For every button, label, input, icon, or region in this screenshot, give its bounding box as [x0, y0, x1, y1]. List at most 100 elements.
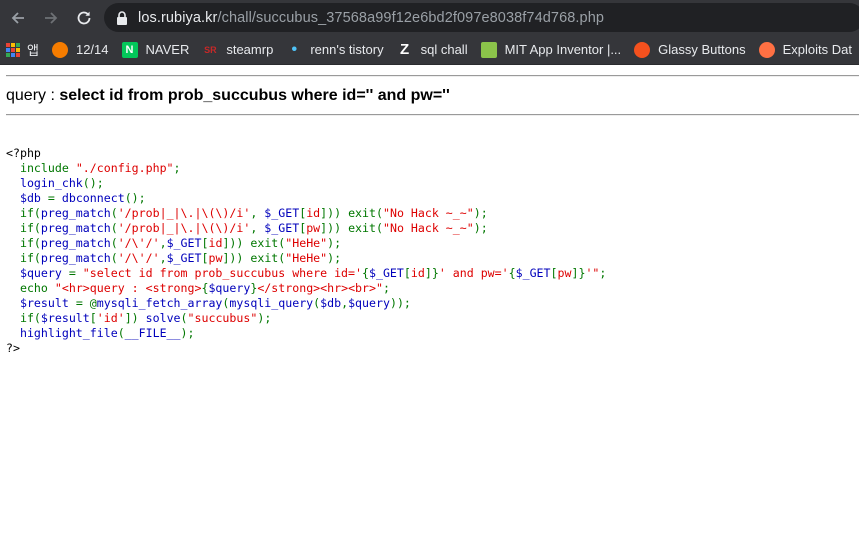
- code-token: );: [473, 221, 488, 235]
- code-token: );: [473, 206, 488, 220]
- code-line: ?>: [6, 341, 606, 356]
- code-token: ,: [250, 206, 265, 220]
- code-token: ,: [159, 251, 167, 265]
- code-token: ])) exit(: [222, 236, 286, 250]
- code-line: include "./config.php";: [6, 161, 606, 176]
- query-value: select id from prob_succubus where id=''…: [59, 87, 450, 104]
- address-bar[interactable]: los.rubiya.kr/chall/succubus_37568a99f12…: [104, 3, 859, 32]
- code-token: '/\'/': [117, 251, 160, 265]
- code-token: =: [47, 191, 62, 205]
- code-token: ;: [173, 161, 181, 175]
- code-token: mysqli_fetch_array: [96, 296, 223, 310]
- code-token: "select id from prob_succubus where id=': [82, 266, 362, 280]
- bookmark-item[interactable]: Exploits Dat: [753, 38, 858, 62]
- app-inventor-icon: [480, 41, 497, 58]
- code-token: ]}: [424, 266, 439, 280]
- naver-icon: N: [121, 41, 138, 58]
- code-token: ])) exit(: [222, 251, 286, 265]
- bookmark-label: MIT App Inventor |...: [504, 42, 622, 57]
- code-token: ,: [159, 236, 167, 250]
- code-token: (: [110, 251, 118, 265]
- code-token: "No Hack ~_~": [382, 221, 474, 235]
- code-line: if($result['id']) solve("succubus");: [6, 311, 606, 326]
- php-source-code: <?php include "./config.php"; login_chk (…: [6, 146, 606, 356]
- code-token: {: [508, 266, 516, 280]
- code-token: ;: [382, 281, 390, 295]
- code-token: [: [550, 266, 558, 280]
- code-token: preg_match: [40, 206, 111, 220]
- bookmark-item[interactable]: SR steamrp: [196, 38, 279, 62]
- code-token: if(: [6, 311, 41, 325]
- code-token: );: [257, 311, 272, 325]
- bookmark-label: Glassy Buttons: [658, 42, 746, 57]
- bookmark-item[interactable]: Zsql chall: [391, 38, 474, 62]
- code-token: "HeHe": [285, 251, 328, 265]
- code-token: id: [410, 266, 425, 280]
- bookmark-label: steamrp: [226, 42, 274, 57]
- apps-icon: [6, 42, 20, 57]
- code-token: );: [327, 236, 342, 250]
- back-button[interactable]: [3, 3, 33, 33]
- code-token: = @: [75, 296, 97, 310]
- code-line: if(preg_match('/\'/',$_GET[id])) exit("H…: [6, 236, 606, 251]
- bookmark-item[interactable]: MIT App Inventor |...: [475, 38, 628, 62]
- code-line: if(preg_match('/\'/',$_GET[pw])) exit("H…: [6, 251, 606, 266]
- code-token: </strong><hr><br>": [257, 281, 383, 295]
- code-token: __FILE__: [124, 326, 181, 340]
- code-token: (: [180, 311, 188, 325]
- glassy-icon: [634, 41, 651, 58]
- bookmark-item[interactable]: 12/14: [46, 38, 115, 62]
- forward-button[interactable]: [36, 3, 66, 33]
- bottom-divider: [6, 114, 859, 116]
- code-token: pw: [208, 251, 223, 265]
- code-token: ])) exit(: [320, 206, 383, 220]
- code-token: pw: [306, 221, 321, 235]
- code-token: $result: [40, 311, 90, 325]
- code-token: ;: [599, 266, 607, 280]
- steamrp-icon: SR: [204, 44, 217, 55]
- code-line: if(preg_match('/prob|_|\.|\(\)/i', $_GET…: [6, 206, 606, 221]
- code-token: $db: [6, 191, 48, 205]
- code-token: preg_match: [40, 236, 111, 250]
- code-token: (: [117, 326, 125, 340]
- code-token: $_GET: [515, 266, 551, 280]
- code-token: preg_match: [40, 251, 111, 265]
- code-token: dbconnect: [61, 191, 125, 205]
- code-token: $_GET: [166, 236, 202, 250]
- browser-toolbar: los.rubiya.kr/chall/succubus_37568a99f12…: [0, 0, 859, 35]
- bookmark-item[interactable]: N NAVER: [116, 38, 196, 62]
- code-token: $_GET: [264, 206, 300, 220]
- code-token: login_chk: [6, 176, 83, 190]
- code-token: $db: [320, 296, 342, 310]
- code-token: =: [68, 266, 83, 280]
- blogger-icon: [51, 41, 68, 58]
- code-token: (: [110, 236, 118, 250]
- code-token: include: [6, 161, 76, 175]
- code-token: [: [89, 311, 97, 325]
- code-token: mysqli_query: [229, 296, 314, 310]
- code-token: pw: [557, 266, 572, 280]
- code-token: [: [403, 266, 411, 280]
- code-token: id: [208, 236, 223, 250]
- code-token: if(: [6, 206, 41, 220]
- bookmark-item[interactable]: 앱: [0, 38, 45, 62]
- bookmark-item[interactable]: Glassy Buttons: [628, 38, 751, 62]
- code-line: echo "<hr>query : <strong>{$query}</stro…: [6, 281, 606, 296]
- code-token: $_GET: [264, 221, 300, 235]
- bookmark-item[interactable]: • renn's tistory: [280, 38, 389, 62]
- code-token: <?php: [6, 146, 41, 160]
- code-token: preg_match: [40, 221, 111, 235]
- code-token: $query: [348, 296, 390, 310]
- code-line: $result = @mysqli_fetch_array(mysqli_que…: [6, 296, 606, 311]
- code-token: '/prob|_|\.|\(\)/i': [117, 206, 251, 220]
- code-token: );: [180, 326, 195, 340]
- code-token: "No Hack ~_~": [382, 206, 474, 220]
- bookmark-label: renn's tistory: [310, 42, 384, 57]
- code-token: (: [110, 206, 118, 220]
- reload-button[interactable]: [69, 3, 99, 33]
- code-token: $_GET: [166, 251, 202, 265]
- code-token: ])) exit(: [320, 221, 383, 235]
- code-token: highlight_file: [6, 326, 118, 340]
- code-token: $query: [6, 266, 69, 280]
- code-line: <?php: [6, 146, 606, 161]
